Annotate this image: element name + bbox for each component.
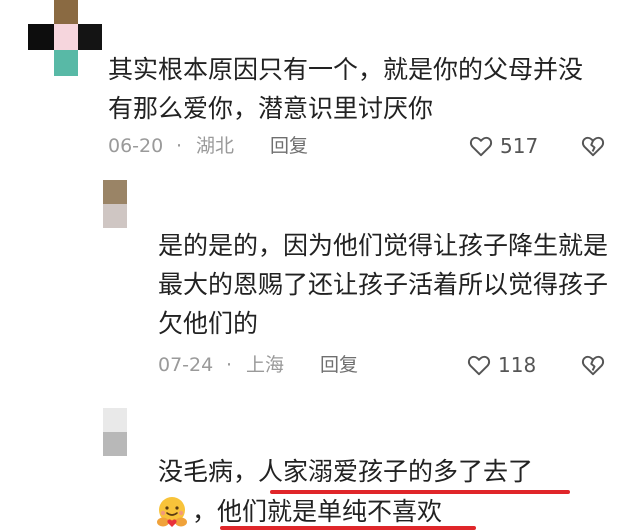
hugging-face-emoji: [157, 497, 187, 527]
avatar-commenter-3[interactable]: [103, 408, 127, 456]
comment-2-text: 是的是的，因为他们觉得让孩子降生就是最大的恩赐了还让孩子活着所以觉得孩子欠他们的: [158, 231, 609, 338]
heart-outline-icon: [469, 136, 493, 157]
heart-outline-icon: [467, 355, 491, 376]
comment-2-separator: ·: [226, 354, 233, 376]
comment-1-reply-button[interactable]: 回复: [270, 131, 308, 161]
comment-3-text-line-1: 没毛病，人家溺爱孩子的多了去了: [158, 457, 534, 486]
comment-1-meta: 06-20 · 湖北 回复: [108, 131, 368, 161]
avatar-commenter-2[interactable]: [103, 180, 127, 228]
comment-2-date: 07-24: [158, 354, 214, 376]
highlight-underline-2: [220, 526, 476, 530]
avatar-commenter-1[interactable]: [28, 0, 102, 82]
comment-1-date: 06-20: [108, 135, 164, 157]
comment-1-location: 湖北: [196, 135, 235, 157]
broken-heart-icon[interactable]: [580, 352, 606, 378]
comment-2-meta: 07-24 · 上海 回复: [158, 350, 418, 380]
comment-2-location: 上海: [246, 354, 285, 376]
comment-1-like-count: 517: [500, 134, 539, 158]
comment-1-text: 其实根本原因只有一个，就是你的父母并没有那么爱你，潜意识里讨厌你: [108, 55, 584, 123]
comment-1-like-button[interactable]: 517: [468, 131, 538, 161]
comment-2-reply-button[interactable]: 回复: [320, 350, 358, 380]
broken-heart-icon[interactable]: [580, 133, 606, 159]
comment-2-like-count: 118: [498, 353, 537, 377]
comment-2-like-button[interactable]: 118: [466, 350, 536, 380]
comment-1-separator: ·: [176, 135, 183, 157]
